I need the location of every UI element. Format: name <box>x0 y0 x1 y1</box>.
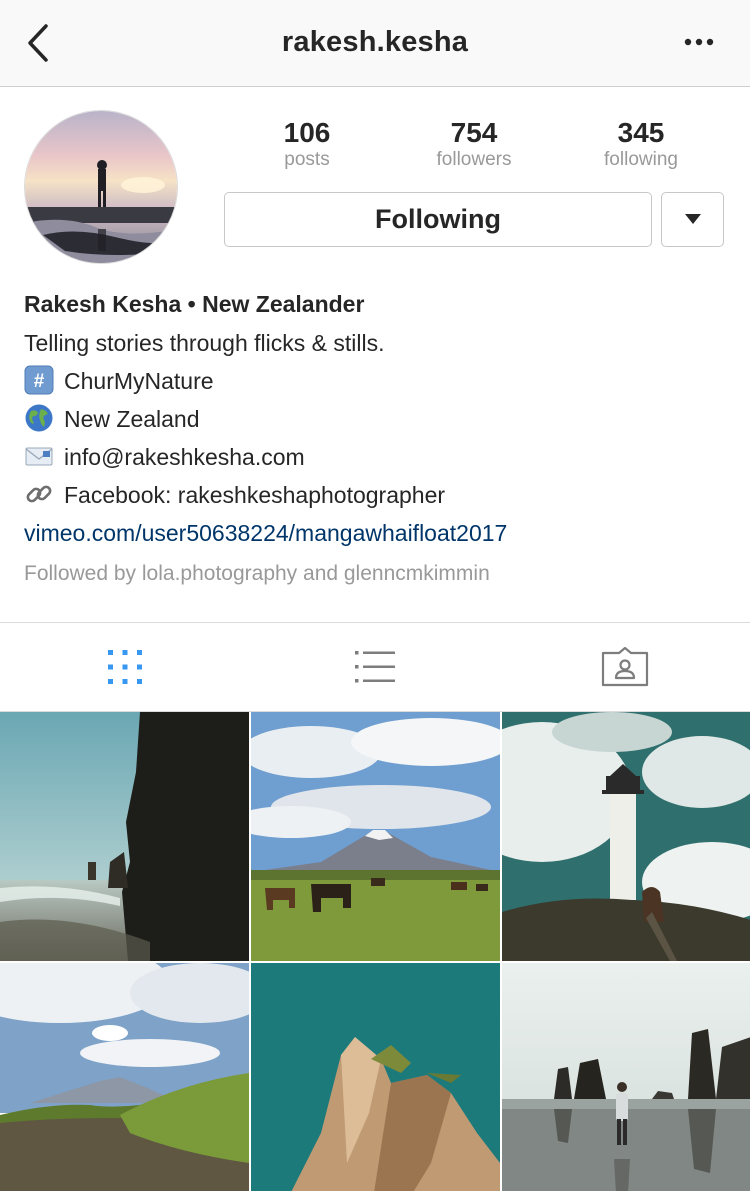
bio-website-link[interactable]: vimeo.com/user50638224/mangawhaifloat201… <box>24 514 734 552</box>
profile-full-name: Rakesh Kesha • New Zealander <box>24 291 365 317</box>
globe-icon <box>25 404 53 432</box>
list-icon <box>355 651 395 683</box>
bio-line-facebook: Facebook: rakeshkeshaphotographer <box>24 476 734 514</box>
following-button[interactable]: Following <box>224 192 652 247</box>
grid-icon <box>108 650 142 684</box>
envelope-icon <box>25 447 53 466</box>
more-options-button[interactable] <box>682 28 722 56</box>
photo-tile[interactable] <box>251 963 500 1191</box>
bio-location-text: New Zealand <box>64 406 200 432</box>
profile-bio: Rakesh Kesha • New Zealander Telling sto… <box>24 288 734 594</box>
following-count[interactable]: 345 following <box>571 116 711 170</box>
posts-count-value: 106 <box>283 117 331 148</box>
top-bar: rakesh.kesha <box>0 0 750 87</box>
followers-count-value: 754 <box>450 117 498 148</box>
photo-tile[interactable] <box>0 712 249 961</box>
following-count-label: following <box>604 149 678 170</box>
hashtag-icon: # <box>24 365 54 395</box>
photo-tile[interactable] <box>0 963 249 1191</box>
bio-email-text[interactable]: info@rakeshkesha.com <box>64 444 305 470</box>
profile-avatar[interactable] <box>24 110 178 264</box>
tab-list-view[interactable] <box>250 623 500 711</box>
followers-count[interactable]: 754 followers <box>404 116 544 170</box>
posts-count-label: posts <box>284 149 330 170</box>
tab-grid-view[interactable] <box>0 623 250 711</box>
bio-line-location: New Zealand <box>24 400 734 438</box>
profile-view-tabs <box>0 622 750 712</box>
followers-count-label: followers <box>436 149 512 170</box>
tagged-icon <box>601 647 649 687</box>
bio-facebook-text: Facebook: rakeshkeshaphotographer <box>64 482 446 508</box>
bio-line-email: info@rakeshkesha.com <box>24 438 734 476</box>
caret-down-icon <box>685 214 701 224</box>
svg-text:#: # <box>34 371 45 392</box>
tab-tagged-view[interactable] <box>500 623 750 711</box>
profile-username-title: rakesh.kesha <box>281 26 469 58</box>
photo-tile[interactable] <box>251 712 500 961</box>
photo-tile[interactable] <box>502 963 750 1191</box>
link-icon <box>26 485 52 503</box>
more-dots-icon <box>684 38 714 46</box>
posts-count: 106 posts <box>237 116 377 170</box>
suggestions-dropdown-button[interactable] <box>661 192 724 247</box>
bio-hashtag-text[interactable]: ChurMyNature <box>64 368 214 394</box>
bio-tagline: Telling stories through flicks & stills. <box>24 330 385 356</box>
bio-line-hashtag: # ChurMyNature <box>24 362 734 400</box>
photo-tile[interactable] <box>502 712 750 961</box>
followed-by-text[interactable]: Followed by lola.photography and glenncm… <box>24 554 734 594</box>
following-count-value: 345 <box>617 117 665 148</box>
